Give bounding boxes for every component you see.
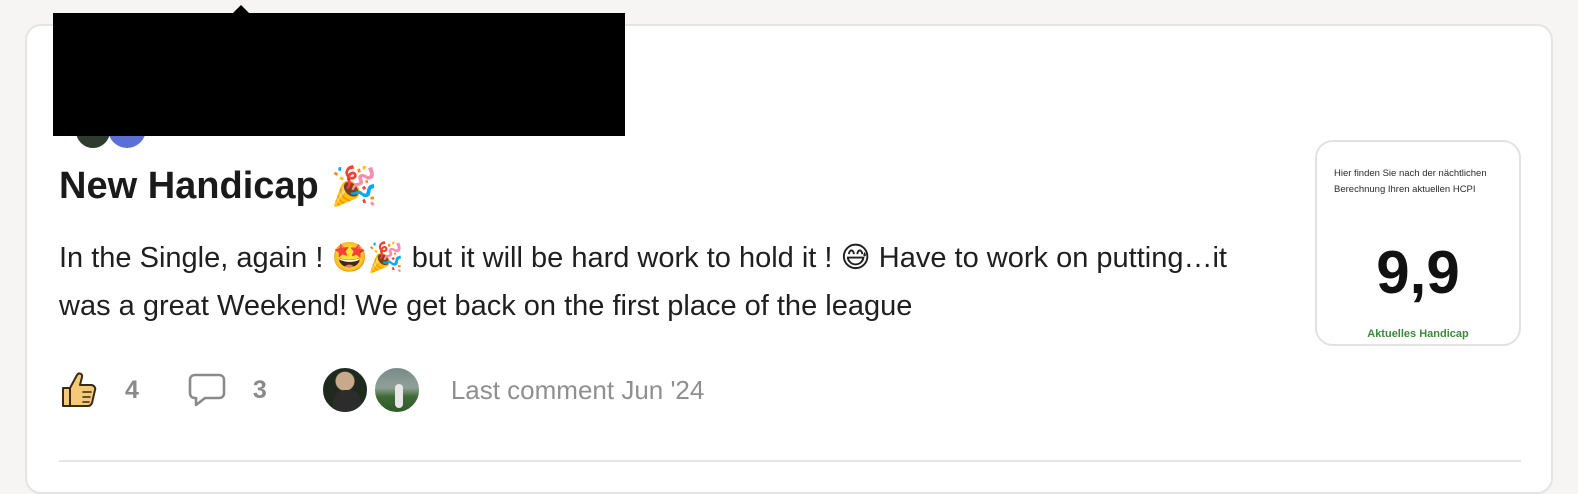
handicap-description: Hier finden Sie nach der nächtlichen Ber…: [1334, 168, 1487, 195]
last-comment-date[interactable]: Last comment Jun '24: [451, 375, 705, 406]
post-title[interactable]: New Handicap 🎉: [59, 164, 378, 209]
speech-bubble-icon[interactable]: [187, 372, 227, 408]
handicap-card[interactable]: Hier finden Sie nach der nächtlichen Ber…: [1315, 140, 1521, 346]
commenter-avatars: [320, 366, 421, 414]
redacted-author-header: [53, 13, 625, 136]
comment-count: 3: [252, 375, 267, 404]
handicap-label: Aktuelles Handicap: [1367, 328, 1469, 340]
thumbs-up-icon[interactable]: [59, 370, 99, 410]
post-body: In the Single, again ! 🤩🎉 but it will be…: [59, 242, 1227, 322]
avatar[interactable]: [372, 366, 421, 414]
post-footer: 4 3 Last comment Jun '24: [59, 364, 704, 416]
avatar[interactable]: [320, 366, 369, 414]
like-count: 4: [125, 375, 139, 404]
post-title-text: New Handicap: [59, 165, 319, 207]
handicap-value: 9,9: [1376, 239, 1460, 306]
party-popper-icon: 🎉: [330, 164, 379, 208]
divider: [59, 460, 1521, 462]
